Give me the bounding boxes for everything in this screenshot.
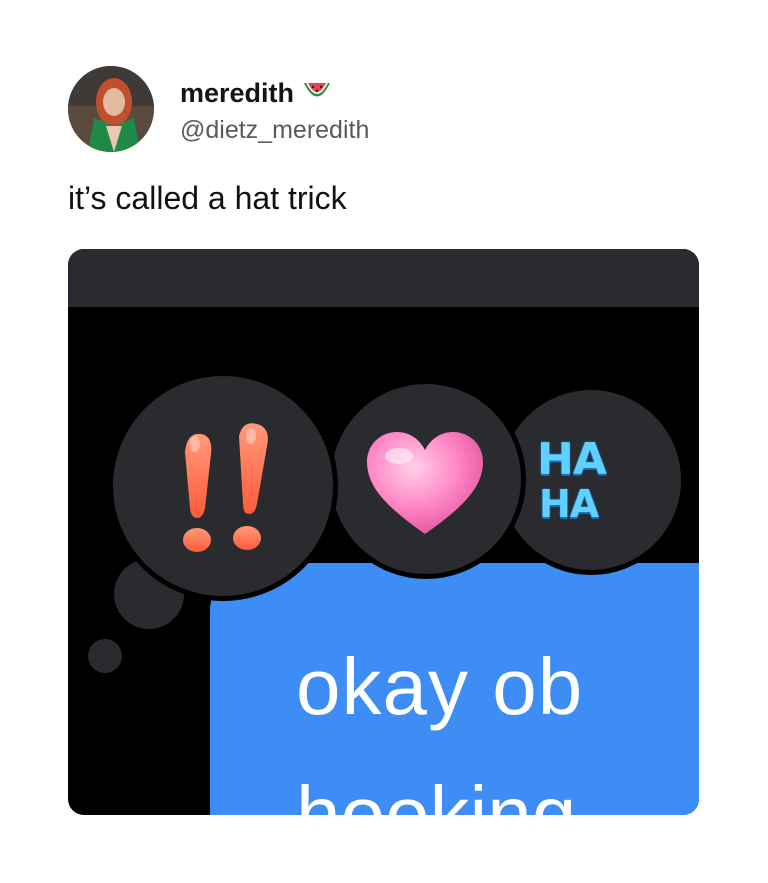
double-exclamation-icon — [183, 423, 268, 552]
exclamation-reaction[interactable] — [108, 371, 338, 601]
heart-icon — [367, 432, 483, 534]
media-image[interactable]: okay ob hooking HA HA — [68, 249, 699, 815]
avatar-image — [68, 66, 154, 152]
message-text: okay ob — [296, 642, 584, 731]
screenshot-top-bar — [68, 249, 699, 307]
avatar[interactable] — [68, 66, 154, 152]
haha-icon: HA HA — [537, 434, 657, 534]
heart-reaction[interactable] — [326, 379, 526, 579]
handle[interactable]: @dietz_meredith — [180, 116, 369, 145]
haha-text-top: HA — [537, 434, 607, 485]
message-text-cropped: hooking — [296, 770, 577, 815]
name-row: meredith — [180, 78, 332, 109]
tweet-text: it’s called a hat trick — [68, 180, 347, 216]
watermelon-icon — [302, 80, 332, 107]
display-name[interactable]: meredith — [180, 78, 294, 109]
reaction-tail-small — [88, 639, 122, 673]
haha-text-bottom: HA — [539, 482, 599, 526]
tweet-header: meredith @dietz_meredith — [68, 66, 708, 156]
